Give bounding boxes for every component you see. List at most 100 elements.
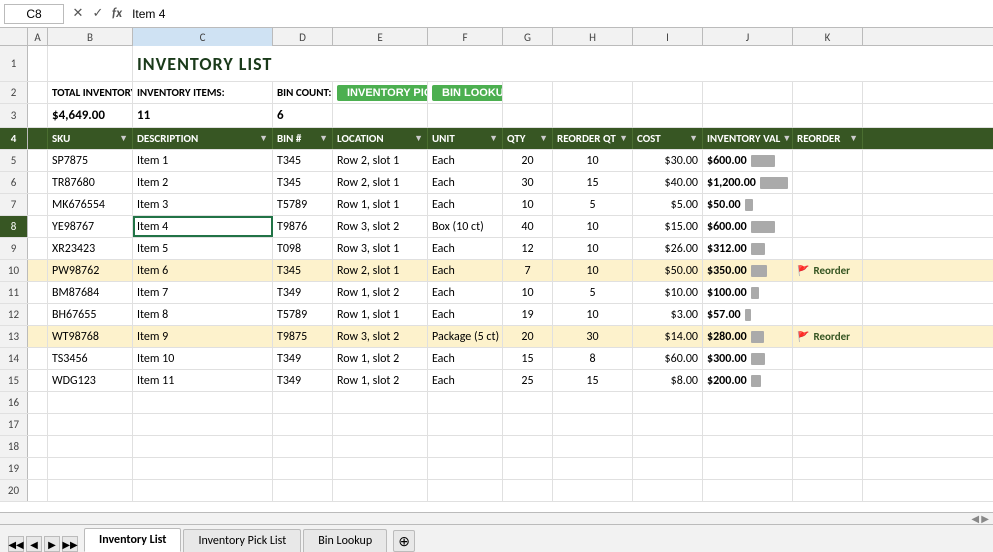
header-bin[interactable]: BIN # ▼ [273,128,333,149]
cell-desc-9[interactable]: Item 10 [133,348,273,369]
col-header-c[interactable]: C [133,28,273,46]
cell-reorder-qty-4[interactable]: 10 [553,238,633,259]
cell-loc-1[interactable]: Row 2, slot 1 [333,172,428,193]
cell-bin-8[interactable]: T9875 [273,326,333,347]
cell-bin-10[interactable]: T349 [273,370,333,391]
cell-desc-6[interactable]: Item 7 [133,282,273,303]
cell-loc-8[interactable]: Row 3, slot 2 [333,326,428,347]
cell-sku-9[interactable]: TS3456 [48,348,133,369]
tab-nav-right[interactable]: ▶▶ [62,536,78,552]
cell-cost-7[interactable]: $3.00 [633,304,703,325]
cell-loc-10[interactable]: Row 1, slot 2 [333,370,428,391]
header-unit[interactable]: UNIT ▼ [428,128,503,149]
cell-reorder-qty-6[interactable]: 5 [553,282,633,303]
tab-inventory-list[interactable]: Inventory List [84,528,181,552]
cell-sku-4[interactable]: XR23423 [48,238,133,259]
header-reorder[interactable]: REORDER ▼ [793,128,863,149]
tab-nav-next[interactable]: ▶ [44,536,60,552]
cell-sku-7[interactable]: BH67655 [48,304,133,325]
cell-loc-0[interactable]: Row 2, slot 1 [333,150,428,171]
cancel-icon[interactable]: ✕ [68,4,88,24]
cell-qty-4[interactable]: 12 [503,238,553,259]
cell-reorder-qty-3[interactable]: 10 [553,216,633,237]
cell-desc-0[interactable]: Item 1 [133,150,273,171]
cell-unit-0[interactable]: Each [428,150,503,171]
cell-sku-8[interactable]: WT98768 [48,326,133,347]
col-header-j[interactable]: J [703,28,793,46]
cell-unit-3[interactable]: Box (10 ct) [428,216,503,237]
inventory-pick-list-button[interactable]: INVENTORY PICK LIST [337,85,428,101]
cell-cost-9[interactable]: $60.00 [633,348,703,369]
header-qty[interactable]: QTY ▼ [503,128,553,149]
formula-input[interactable] [128,5,989,23]
cell-reorder-qty-2[interactable]: 5 [553,194,633,215]
cell-sku-10[interactable]: WDG123 [48,370,133,391]
tab-nav-prev[interactable]: ◀ [26,536,42,552]
header-desc[interactable]: DESCRIPTION ▼ [133,128,273,149]
cell-desc-10[interactable]: Item 11 [133,370,273,391]
cell-cost-8[interactable]: $14.00 [633,326,703,347]
cell-desc-1[interactable]: Item 2 [133,172,273,193]
col-header-f[interactable]: F [428,28,503,46]
cell-bin-1[interactable]: T345 [273,172,333,193]
add-sheet-button[interactable]: ⊕ [393,530,415,552]
cell-desc-4[interactable]: Item 5 [133,238,273,259]
cell-bin-9[interactable]: T349 [273,348,333,369]
cell-unit-8[interactable]: Package (5 ct) [428,326,503,347]
cell-loc-4[interactable]: Row 3, slot 1 [333,238,428,259]
col-header-a[interactable]: A [28,28,48,46]
cell-qty-1[interactable]: 30 [503,172,553,193]
cell-desc-7[interactable]: Item 8 [133,304,273,325]
cell-bin-5[interactable]: T345 [273,260,333,281]
cell-unit-10[interactable]: Each [428,370,503,391]
cell-qty-2[interactable]: 10 [503,194,553,215]
header-inv-val[interactable]: INVENTORY VAL ▼ [703,128,793,149]
cell-bin-0[interactable]: T345 [273,150,333,171]
cell-qty-6[interactable]: 10 [503,282,553,303]
cell-cost-10[interactable]: $8.00 [633,370,703,391]
cell-cost-6[interactable]: $10.00 [633,282,703,303]
cell-loc-5[interactable]: Row 2, slot 1 [333,260,428,281]
cell-cost-4[interactable]: $26.00 [633,238,703,259]
col-header-d[interactable]: D [273,28,333,46]
bin-lookup-button[interactable]: BIN LOOKUP [432,85,503,101]
cell-qty-9[interactable]: 15 [503,348,553,369]
cell-reorder-qty-5[interactable]: 10 [553,260,633,281]
cell-unit-2[interactable]: Each [428,194,503,215]
cell-unit-5[interactable]: Each [428,260,503,281]
cell-desc-5[interactable]: Item 6 [133,260,273,281]
col-header-b[interactable]: B [48,28,133,46]
cell-reorder-qty-7[interactable]: 10 [553,304,633,325]
cell-loc-7[interactable]: Row 1, slot 1 [333,304,428,325]
tab-inventory-pick-list[interactable]: Inventory Pick List [183,529,301,552]
cell-qty-0[interactable]: 20 [503,150,553,171]
cell-ref-box[interactable] [4,4,64,24]
cell-unit-1[interactable]: Each [428,172,503,193]
col-header-i[interactable]: I [633,28,703,46]
header-reorder-qty[interactable]: REORDER QT ▼ [553,128,633,149]
tab-nav-left[interactable]: ◀◀ [8,536,24,552]
cell-cost-2[interactable]: $5.00 [633,194,703,215]
cell-sku-6[interactable]: BM87684 [48,282,133,303]
cell-cost-0[interactable]: $30.00 [633,150,703,171]
cell-cost-3[interactable]: $15.00 [633,216,703,237]
cell-qty-8[interactable]: 20 [503,326,553,347]
col-header-g[interactable]: G [503,28,553,46]
cell-qty-10[interactable]: 25 [503,370,553,391]
confirm-icon[interactable]: ✓ [88,4,108,24]
cell-bin-4[interactable]: T098 [273,238,333,259]
cell-sku-0[interactable]: SP7875 [48,150,133,171]
cell-unit-4[interactable]: Each [428,238,503,259]
header-cost[interactable]: COST ▼ [633,128,703,149]
col-header-h[interactable]: H [553,28,633,46]
cell-bin-6[interactable]: T349 [273,282,333,303]
col-header-e[interactable]: E [333,28,428,46]
cell-sku-3[interactable]: YE98767 [48,216,133,237]
cell-unit-7[interactable]: Each [428,304,503,325]
cell-sku-5[interactable]: PW98762 [48,260,133,281]
tab-bin-lookup[interactable]: Bin Lookup [303,529,387,552]
cell-bin-3[interactable]: T9876 [273,216,333,237]
cell-qty-7[interactable]: 19 [503,304,553,325]
cell-unit-9[interactable]: Each [428,348,503,369]
cell-desc-3[interactable]: Item 4 [133,216,273,237]
